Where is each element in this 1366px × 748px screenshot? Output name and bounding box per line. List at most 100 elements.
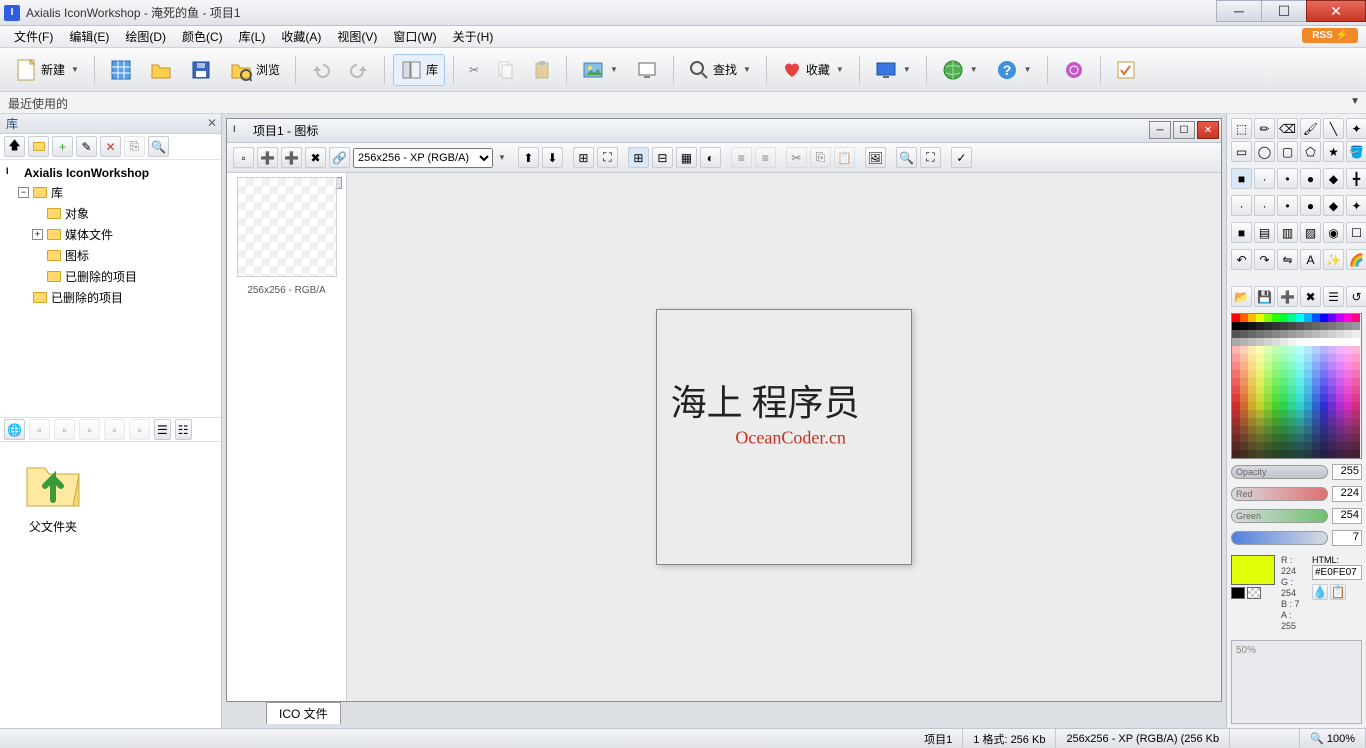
- dt-add2[interactable]: ➕: [281, 147, 302, 168]
- check-button[interactable]: [1109, 55, 1143, 85]
- tree-node-deleted[interactable]: 已删除的项目: [4, 266, 217, 287]
- opacity-track[interactable]: Opacity: [1231, 465, 1328, 479]
- brush-4[interactable]: ●: [1300, 168, 1321, 189]
- brush-3[interactable]: •: [1277, 168, 1298, 189]
- brush-1[interactable]: ■: [1231, 168, 1252, 189]
- fill-grad-h[interactable]: ▤: [1254, 222, 1275, 243]
- rect-tool[interactable]: ▭: [1231, 141, 1252, 162]
- open-button[interactable]: [143, 54, 179, 86]
- wand-tool[interactable]: ✦: [1346, 118, 1366, 139]
- library-close-button[interactable]: ✕: [207, 116, 217, 130]
- pal-del[interactable]: ✖: [1300, 286, 1321, 307]
- dt-fit[interactable]: ⛶: [920, 147, 941, 168]
- green-slider[interactable]: Green 254: [1231, 507, 1362, 525]
- eyedropper-icon[interactable]: 💧: [1312, 584, 1328, 600]
- help-button[interactable]: ?▼: [989, 54, 1039, 86]
- lib-up-button[interactable]: 🡅: [4, 136, 25, 157]
- pal-reset[interactable]: ↺: [1346, 286, 1366, 307]
- pencil-tool[interactable]: ✏: [1254, 118, 1275, 139]
- dot-4[interactable]: ●: [1300, 195, 1321, 216]
- image-button[interactable]: ▼: [575, 54, 625, 86]
- brush-5[interactable]: ◆: [1323, 168, 1344, 189]
- green-track[interactable]: Green: [1231, 509, 1328, 523]
- green-value[interactable]: 254: [1332, 508, 1362, 524]
- text-tool[interactable]: A: [1300, 249, 1321, 270]
- tab-ico[interactable]: ICO 文件: [266, 702, 341, 724]
- dt-img[interactable]: 🖼: [865, 147, 886, 168]
- dot-3[interactable]: •: [1277, 195, 1298, 216]
- thumb-list2[interactable]: ☷: [175, 419, 192, 440]
- menu-library[interactable]: 库(L): [231, 26, 274, 47]
- lib-add-button[interactable]: +: [52, 136, 73, 157]
- canvas-area[interactable]: 海上 程序员 OceanCoder.cn: [347, 173, 1221, 701]
- status-zoom[interactable]: 🔍 100%: [1300, 729, 1366, 748]
- clipboard-icon[interactable]: 📋: [1330, 584, 1346, 600]
- dt-grid2[interactable]: ⊟: [652, 147, 673, 168]
- dt-link[interactable]: 🔗: [329, 147, 350, 168]
- thumb-refresh[interactable]: 🌐: [4, 419, 25, 440]
- doc-maximize[interactable]: ☐: [1173, 121, 1195, 139]
- flip-h[interactable]: ⇋: [1277, 249, 1298, 270]
- menu-about[interactable]: 关于(H): [445, 26, 502, 47]
- tree-node-objects[interactable]: 对象: [4, 203, 217, 224]
- doc-close[interactable]: ✕: [1197, 121, 1219, 139]
- thumb-b1[interactable]: ▫: [29, 419, 50, 440]
- menu-draw[interactable]: 绘图(D): [117, 26, 174, 47]
- web-button[interactable]: ▼: [935, 54, 985, 86]
- menu-window[interactable]: 窗口(W): [385, 26, 444, 47]
- fill-tool[interactable]: 🪣: [1346, 141, 1366, 162]
- thumb-b2[interactable]: ▫: [54, 419, 75, 440]
- tree-node-icons[interactable]: 图标: [4, 245, 217, 266]
- fill-radial[interactable]: ◉: [1323, 222, 1344, 243]
- blue-track[interactable]: [1231, 531, 1328, 545]
- rss-badge[interactable]: RSS ⚡: [1302, 28, 1358, 43]
- opacity-slider[interactable]: Opacity 255: [1231, 463, 1362, 481]
- dt-exp1[interactable]: ⬆: [518, 147, 539, 168]
- lib-search-button[interactable]: 🔍: [148, 136, 169, 157]
- dt-zoom[interactable]: 🔍: [896, 147, 917, 168]
- blue-slider[interactable]: 7: [1231, 529, 1362, 547]
- dt-del[interactable]: ✖: [305, 147, 326, 168]
- thumb-b5[interactable]: ▫: [129, 419, 150, 440]
- lib-new-folder[interactable]: [28, 136, 49, 157]
- rotate-l[interactable]: ↶: [1231, 249, 1252, 270]
- dt-add1[interactable]: ➕: [257, 147, 278, 168]
- dt-alpha[interactable]: ◐: [700, 147, 721, 168]
- pal-add[interactable]: ➕: [1277, 286, 1298, 307]
- menu-favorites[interactable]: 收藏(A): [273, 26, 329, 47]
- dt-win[interactable]: ⊞: [573, 147, 594, 168]
- black-swatch[interactable]: [1231, 587, 1245, 599]
- thumb-b4[interactable]: ▫: [104, 419, 125, 440]
- cut-button[interactable]: ✂: [462, 58, 486, 82]
- menu-color[interactable]: 颜色(C): [174, 26, 231, 47]
- redo-button[interactable]: [342, 55, 376, 85]
- undo-button[interactable]: [304, 55, 338, 85]
- blue-value[interactable]: 7: [1332, 530, 1362, 546]
- close-button[interactable]: ✕: [1306, 0, 1366, 22]
- pal-save[interactable]: 💾: [1254, 286, 1275, 307]
- fill-none[interactable]: ☐: [1346, 222, 1366, 243]
- format-sidebar[interactable]: 256x256 - RGB/A: [227, 173, 347, 701]
- expand-icon[interactable]: +: [32, 229, 43, 240]
- library-toggle[interactable]: 库: [393, 54, 445, 86]
- roundrect-tool[interactable]: ▢: [1277, 141, 1298, 162]
- format-thumbnail[interactable]: [237, 177, 337, 277]
- dt-full[interactable]: ⛶: [597, 147, 618, 168]
- screen-button[interactable]: [629, 54, 665, 86]
- browse-button[interactable]: 浏览: [223, 54, 287, 86]
- paste-button[interactable]: [526, 55, 558, 85]
- thumb-b3[interactable]: ▫: [79, 419, 100, 440]
- opacity-value[interactable]: 255: [1332, 464, 1362, 480]
- thumb-parent-folder[interactable]: 父文件夹: [8, 450, 98, 535]
- doc-minimize[interactable]: ─: [1149, 121, 1171, 139]
- eraser-tool[interactable]: ⌫: [1277, 118, 1298, 139]
- format-select[interactable]: 256x256 - XP (RGB/A): [353, 148, 493, 168]
- favorites-button[interactable]: 收藏▼: [775, 55, 851, 85]
- library-tree[interactable]: I Axialis IconWorkshop − 库 对象 + 媒体文件 图标: [0, 160, 221, 418]
- line-tool[interactable]: ╲: [1323, 118, 1344, 139]
- ellipse-tool[interactable]: ◯: [1254, 141, 1275, 162]
- lib-edit-button[interactable]: ✎: [76, 136, 97, 157]
- dt-a2[interactable]: ≡: [755, 147, 776, 168]
- dt-cut[interactable]: ✂: [786, 147, 807, 168]
- brush-6[interactable]: ╋: [1346, 168, 1366, 189]
